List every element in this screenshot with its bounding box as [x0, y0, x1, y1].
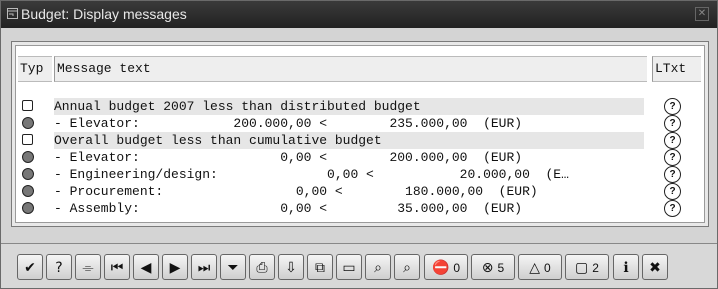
title-bar: Budget: Display messages ✕	[1, 1, 717, 28]
warning-messages-counter[interactable]: △ 0	[518, 254, 562, 280]
first-icon: ⏮	[110, 260, 124, 276]
printer-icon: ⎙	[256, 260, 268, 276]
help-button[interactable]: ?	[46, 254, 72, 280]
info-icon	[22, 100, 33, 111]
find-button[interactable]: ⌕	[365, 254, 391, 280]
message-text: - Procurement: 0,00 < 180.000,00 (EUR)	[54, 184, 538, 199]
error-icon: ⊗	[481, 260, 494, 276]
column-header-ltxt[interactable]: LTxt	[652, 56, 701, 82]
long-text-help-icon[interactable]: ?	[664, 98, 681, 115]
technical-info-button[interactable]: ⌯	[75, 254, 101, 280]
message-count: 5	[497, 261, 505, 275]
table-row[interactable]: Annual budget 2007 less than distributed…	[16, 98, 702, 115]
print-button[interactable]: ⎙	[249, 254, 275, 280]
previous-button[interactable]: ◀	[133, 254, 159, 280]
column-header-typ[interactable]: Typ	[18, 56, 52, 82]
previous-icon: ◀	[140, 260, 152, 276]
next-button[interactable]: ▶	[162, 254, 188, 280]
detail-button[interactable]: ℹ	[613, 254, 639, 280]
next-icon: ▶	[169, 260, 181, 276]
first-page-button[interactable]: ⏮	[104, 254, 130, 280]
message-text: Annual budget 2007 less than distributed…	[54, 98, 644, 115]
message-table: Typ Message text LTxt Annual budget 2007…	[15, 45, 705, 223]
save-list-button[interactable]: ▭	[336, 254, 362, 280]
toolbar: ✔? ⌯ ⏮ ◀ ▶ ⏭ ⏷ ⎙ ⇩ ⧉ ▭ ⌕ ⌕ ⛔ 0 ⊗ 5 △ 0 ▢ 2 ℹ ✖	[1, 243, 717, 288]
long-text-help-icon[interactable]: ?	[664, 200, 681, 217]
message-count: 0	[544, 261, 551, 275]
last-page-button[interactable]: ⏭	[191, 254, 217, 280]
table-row[interactable]: - Assembly: 0,00 < 35.000,00 (EUR)?	[16, 200, 702, 217]
message-count: 0	[453, 261, 461, 275]
filter-icon: ⏷	[227, 260, 239, 276]
long-text-help-icon[interactable]: ?	[664, 149, 681, 166]
long-text-help-icon[interactable]: ?	[664, 115, 681, 132]
close-icon[interactable]: ✕	[695, 7, 709, 21]
info-icon	[22, 134, 33, 145]
sort-button[interactable]: ⇩	[278, 254, 304, 280]
message-text: - Elevator: 200.000,00 < 235.000,00 (EUR…	[54, 116, 523, 131]
error-icon	[22, 117, 34, 129]
continue-button[interactable]: ✔	[17, 254, 43, 280]
table-row[interactable]: - Procurement: 0,00 < 180.000,00 (EUR)?	[16, 183, 702, 200]
warning-icon: △	[529, 260, 541, 276]
error-messages-counter[interactable]: ⊗ 5	[471, 254, 515, 280]
message-list-frame: Typ Message text LTxt Annual budget 2007…	[11, 41, 709, 227]
detail-icon: ℹ	[623, 260, 629, 276]
error-icon	[22, 151, 34, 163]
long-text-help-icon[interactable]: ?	[664, 132, 681, 149]
table-row[interactable]: - Engineering/design: 0,00 < 20.000,00 (…	[16, 166, 702, 183]
window-title: Budget: Display messages	[21, 6, 187, 22]
toolbar-buttons: ✔? ⌯ ⏮ ◀ ▶ ⏭ ⏷ ⎙ ⇩ ⧉ ▭ ⌕ ⌕ ⛔ 0 ⊗ 5 △ 0 ▢ 2 ℹ ✖	[17, 254, 707, 282]
error-icon	[22, 202, 34, 214]
message-text: - Assembly: 0,00 < 35.000,00 (EUR)	[54, 201, 523, 216]
long-text-help-icon[interactable]: ?	[664, 183, 681, 200]
message-dialog: Budget: Display messages ✕ Typ Message t…	[0, 0, 718, 289]
sort-icon: ⇩	[285, 260, 297, 276]
binoculars-icon: ⌕	[374, 260, 382, 276]
error-icon	[22, 185, 34, 197]
help-icon: ?	[55, 260, 63, 276]
find-next-button[interactable]: ⌕	[394, 254, 420, 280]
message-text: - Elevator: 0,00 < 200.000,00 (EUR)	[54, 150, 523, 165]
binoculars-next-icon: ⌕	[403, 260, 411, 276]
long-text-help-icon[interactable]: ?	[664, 166, 681, 183]
cancel-icon: ✖	[649, 260, 661, 276]
stop-icon: ⛔	[431, 260, 450, 276]
error-icon	[22, 168, 34, 180]
info-icon: ▢	[575, 260, 589, 276]
last-icon: ⏭	[197, 260, 211, 276]
document-icon: ▭	[342, 260, 356, 276]
message-count: 2	[592, 261, 599, 275]
info-messages-counter[interactable]: ▢ 2	[565, 254, 609, 280]
abort-messages-counter[interactable]: ⛔ 0	[424, 254, 468, 280]
column-header-message-text[interactable]: Message text	[54, 56, 647, 82]
check-icon: ✔	[24, 260, 36, 276]
export-icon: ⧉	[315, 260, 325, 276]
window-icon	[7, 8, 18, 19]
glasses-icon: ⌯	[82, 260, 94, 276]
cancel-button[interactable]: ✖	[642, 254, 668, 280]
table-row[interactable]: Overall budget less than cumulative budg…	[16, 132, 702, 149]
table-row[interactable]: - Elevator: 0,00 < 200.000,00 (EUR)?	[16, 149, 702, 166]
export-button[interactable]: ⧉	[307, 254, 333, 280]
message-text: - Engineering/design: 0,00 < 20.000,00 (…	[54, 167, 569, 182]
message-text: Overall budget less than cumulative budg…	[54, 132, 644, 149]
filter-button[interactable]: ⏷	[220, 254, 246, 280]
table-row[interactable]: - Elevator: 200.000,00 < 235.000,00 (EUR…	[16, 115, 702, 132]
